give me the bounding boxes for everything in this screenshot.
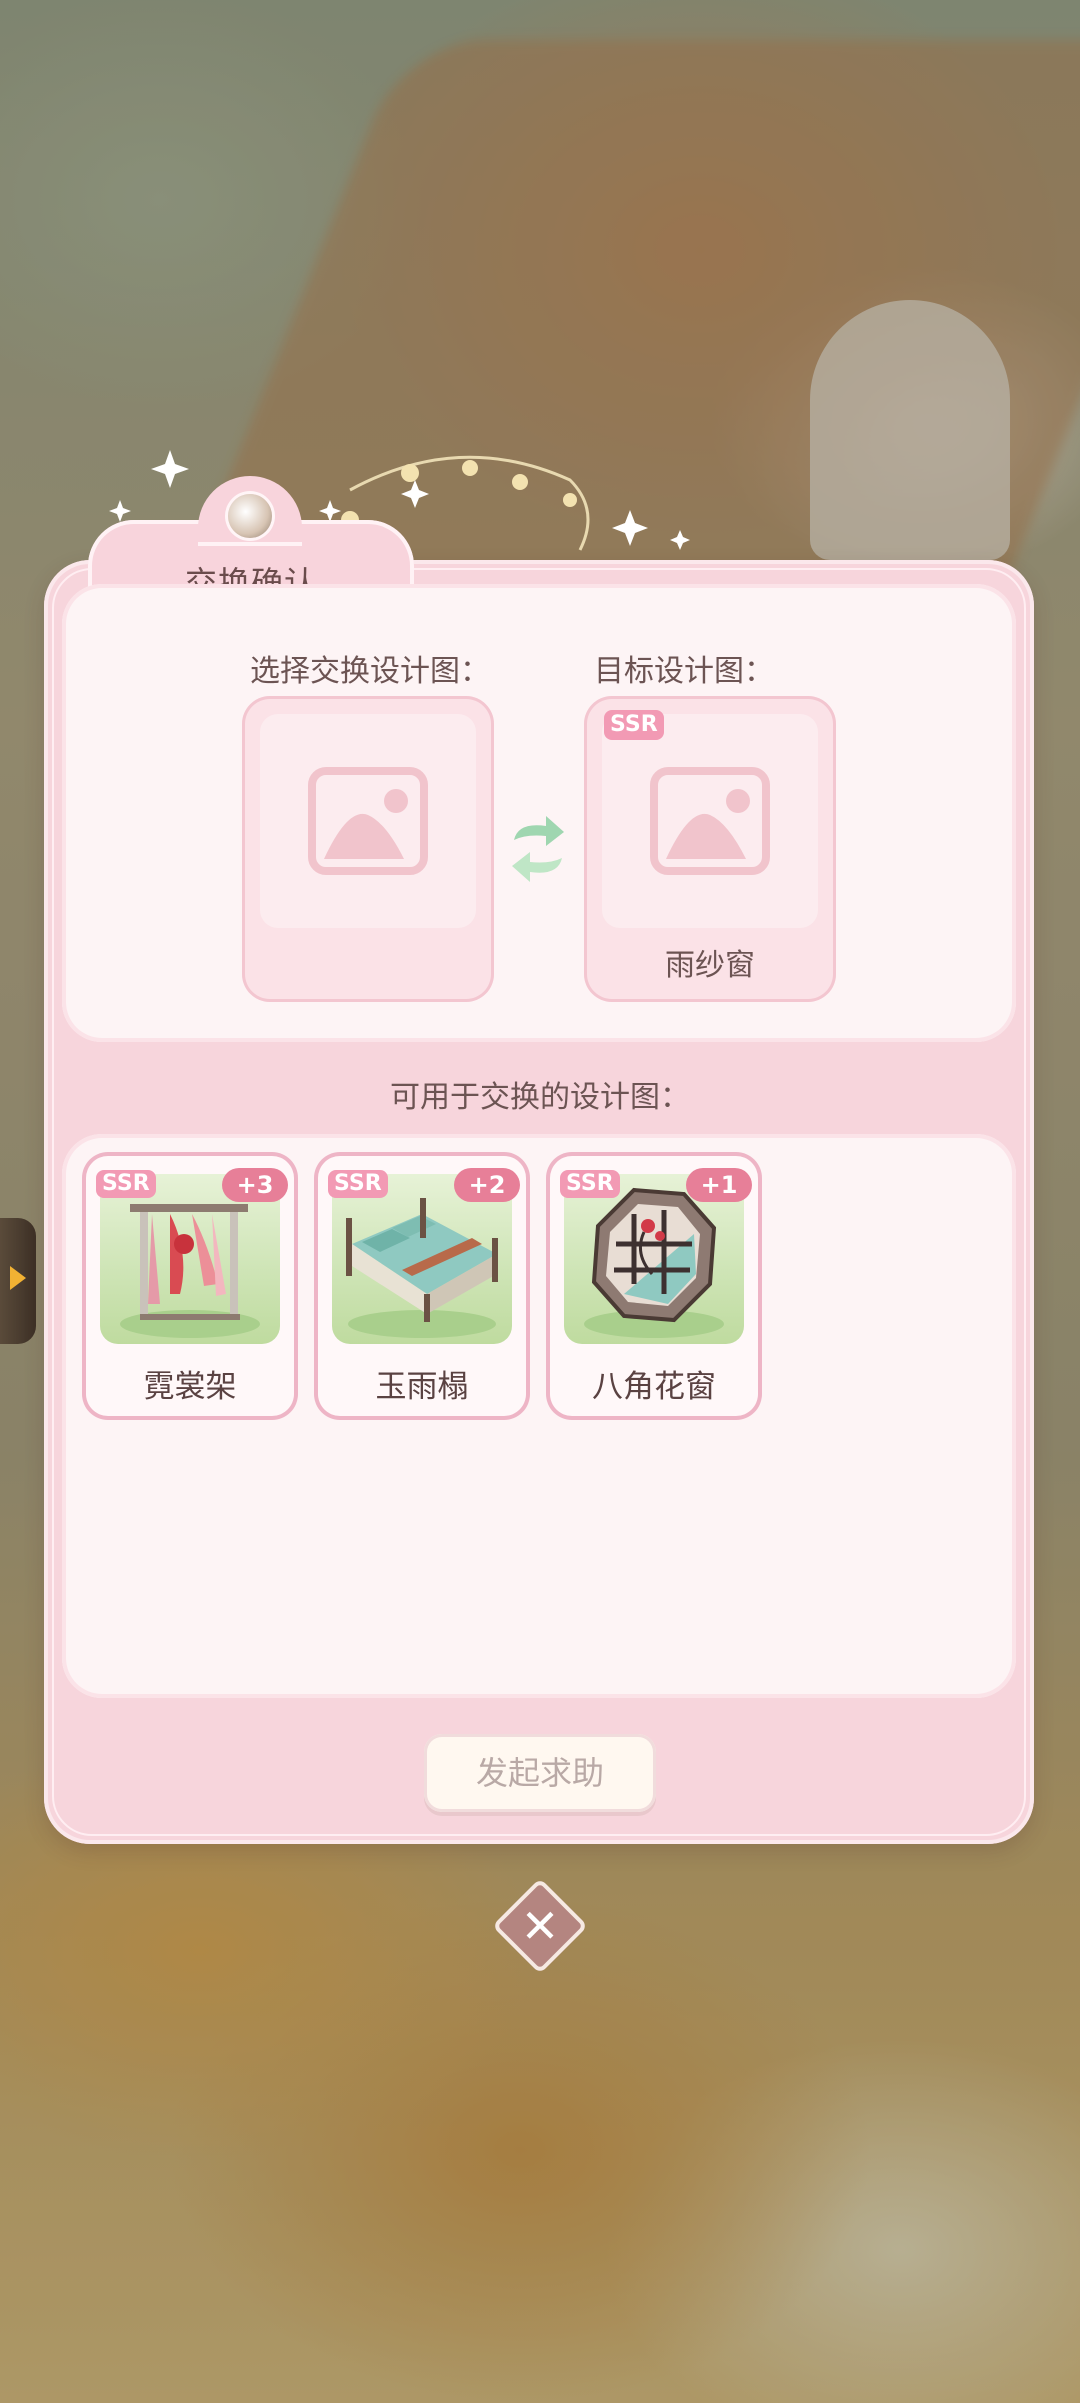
blueprint-name: 玉雨榻 [375,1369,469,1405]
arrow-right-icon [10,1266,26,1290]
rarity-badge: SSR [604,710,664,740]
blueprint-name: 八角花窗 [592,1369,716,1405]
orb-ornament [228,494,272,538]
select-blueprint-label: 选择交换设计图： [250,654,490,689]
swap-icon [512,816,564,882]
available-blueprints-label: 可用于交换的设计图： [390,1080,690,1115]
count-badge: +2 [454,1168,520,1202]
side-drawer-tab[interactable] [0,1218,36,1344]
blueprint-card[interactable]: SSR +3 霓裳架 [82,1152,298,1420]
image-placeholder-icon [650,767,770,875]
rarity-badge: SSR [96,1170,156,1198]
select-blueprint-slot[interactable] [242,696,494,1002]
rarity-badge: SSR [560,1170,620,1198]
target-blueprint-slot[interactable]: SSR 雨纱窗 [584,696,836,1002]
request-help-button[interactable]: 发起求助 [424,1734,656,1812]
target-blueprint-label: 目标设计图： [594,654,774,689]
rarity-badge: SSR [328,1170,388,1198]
close-icon[interactable]: ✕ [506,1892,574,1960]
count-badge: +1 [686,1168,752,1202]
blueprint-card[interactable]: SSR +1 八角花窗 [546,1152,762,1420]
image-placeholder-icon [308,767,428,875]
count-badge: +3 [222,1168,288,1202]
blueprint-name: 霓裳架 [143,1369,237,1405]
blueprint-card[interactable]: SSR +2 玉雨榻 [314,1152,530,1420]
target-blueprint-name: 雨纱窗 [665,948,755,983]
